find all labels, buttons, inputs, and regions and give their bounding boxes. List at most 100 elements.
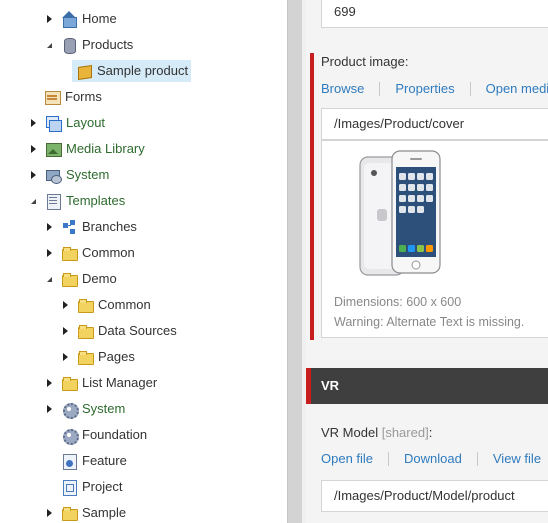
product-box-icon [76, 63, 92, 79]
download-link[interactable]: Download [404, 451, 462, 466]
tree-item-data-sources[interactable]: Data Sources [60, 320, 177, 342]
vr-model-label: VR Model [shared]: [321, 425, 432, 440]
expand-arrow-icon[interactable] [44, 502, 54, 523]
folder-icon [77, 323, 94, 339]
tree-item-label: Branches [82, 219, 137, 234]
tree-item-label: Forms [65, 89, 102, 104]
tree-item-pages[interactable]: Pages [60, 346, 135, 368]
product-image-path-field[interactable]: /Images/Product/cover [321, 108, 548, 140]
tree-item-branches[interactable]: Branches [44, 216, 137, 238]
properties-link[interactable]: Properties [395, 81, 454, 96]
tree-item-list-manager[interactable]: List Manager [44, 372, 157, 394]
tree-item-label: Pages [98, 349, 135, 364]
tree-item-label: Home [82, 11, 117, 26]
product-image-path: /Images/Product/cover [334, 116, 465, 131]
tree-item-label: Demo [82, 271, 117, 286]
shared-tag: [shared] [381, 425, 429, 440]
home-icon [61, 11, 77, 28]
templates-icon [45, 193, 61, 210]
price-field[interactable]: 699 [321, 0, 548, 28]
divider [388, 451, 390, 466]
tree-item-project[interactable]: Project [61, 476, 122, 498]
collapse-arrow-icon[interactable] [44, 268, 54, 290]
folder-icon [61, 271, 78, 287]
expand-arrow-icon[interactable] [28, 138, 38, 160]
open-file-link[interactable]: Open file [321, 451, 373, 466]
gear-icon [61, 427, 79, 445]
tree-item-products[interactable]: Products [44, 34, 133, 56]
feature-icon [61, 453, 77, 470]
expand-arrow-icon[interactable] [60, 320, 70, 342]
vr-section-title: VR [321, 378, 340, 393]
tree-item-feature[interactable]: Feature [61, 450, 127, 472]
tree-item-label: Data Sources [98, 323, 177, 338]
content-tree: Home Products Sample product Forms Layou… [0, 0, 287, 523]
database-icon [61, 37, 77, 54]
tree-item-media-library[interactable]: Media Library [28, 138, 145, 160]
folder-icon [77, 349, 94, 365]
tree-item-templates-system[interactable]: System [44, 398, 125, 420]
product-image-accent-bar [310, 53, 314, 340]
tree-item-demo-common[interactable]: Common [60, 294, 151, 316]
tree-item-label: Common [82, 245, 135, 260]
tree-item-label: Templates [66, 193, 126, 208]
browse-link[interactable]: Browse [321, 81, 364, 96]
folder-icon [77, 297, 94, 313]
tree-item-label: Foundation [82, 427, 148, 442]
image-dimensions: Dimensions: 600 x 600 [334, 295, 462, 309]
tree-item-demo[interactable]: Demo [44, 268, 117, 290]
collapse-arrow-icon[interactable] [28, 190, 38, 212]
tree-item-label: Layout [66, 115, 106, 130]
tree-item-label: Feature [82, 453, 127, 468]
tree-item-label: Products [82, 37, 134, 52]
tree-item-layout[interactable]: Layout [28, 112, 105, 134]
vr-model-path: /Images/Product/Model/product [334, 488, 515, 503]
tree-item-label: Project [82, 479, 123, 494]
gear-icon [61, 401, 79, 419]
tree-item-system[interactable]: System [28, 164, 109, 186]
tree-item-label: List Manager [82, 375, 158, 390]
divider [379, 81, 381, 96]
vr-model-actions: Open file Download View file [321, 451, 541, 466]
price-value: 699 [334, 4, 356, 19]
image-warning: Warning: Alternate Text is missing. [334, 315, 525, 329]
vr-section-body: VR Model [shared]: Open file Download Vi… [306, 404, 548, 523]
system-icon [45, 167, 62, 184]
open-media-link[interactable]: Open media [486, 81, 548, 96]
expand-arrow-icon[interactable] [44, 242, 54, 264]
tree-item-sample[interactable]: Sample [44, 502, 126, 523]
branches-icon [61, 219, 77, 235]
tree-item-label: Sample product [97, 63, 189, 78]
tree-item-foundation[interactable]: Foundation [61, 424, 147, 446]
expand-arrow-icon[interactable] [44, 372, 54, 394]
panel-splitter[interactable] [287, 0, 302, 523]
vr-section-header[interactable]: VR [306, 368, 548, 404]
label-colon: : [428, 425, 433, 440]
media-library-icon [45, 141, 62, 157]
view-file-link[interactable]: View file [493, 451, 541, 466]
vr-accent-bar [306, 368, 311, 404]
expand-arrow-icon[interactable] [60, 294, 70, 316]
tree-item-home[interactable]: Home [44, 8, 117, 30]
tree-item-common[interactable]: Common [44, 242, 135, 264]
tree-item-sample-product[interactable]: Sample product [72, 60, 191, 82]
expand-arrow-icon[interactable] [44, 216, 54, 238]
expand-arrow-icon[interactable] [28, 112, 38, 134]
product-image-preview[interactable]: Dimensions: 600 x 600 Warning: Alternate… [321, 140, 548, 338]
tree-item-label: System [66, 167, 110, 182]
forms-icon [44, 89, 61, 105]
folder-icon [61, 245, 78, 261]
layout-icon [45, 115, 62, 132]
expand-arrow-icon[interactable] [28, 164, 38, 186]
vr-model-path-field[interactable]: /Images/Product/Model/product [321, 480, 548, 512]
tree-item-templates[interactable]: Templates [28, 190, 125, 212]
expand-arrow-icon[interactable] [44, 398, 54, 420]
folder-icon [61, 505, 78, 521]
divider [469, 81, 471, 96]
expand-arrow-icon[interactable] [60, 346, 70, 368]
tree-item-label: Media Library [66, 141, 145, 156]
tree-item-forms[interactable]: Forms [44, 86, 102, 108]
expand-arrow-icon[interactable] [44, 8, 54, 30]
collapse-arrow-icon[interactable] [44, 34, 54, 56]
tree-item-label: Common [98, 297, 151, 312]
